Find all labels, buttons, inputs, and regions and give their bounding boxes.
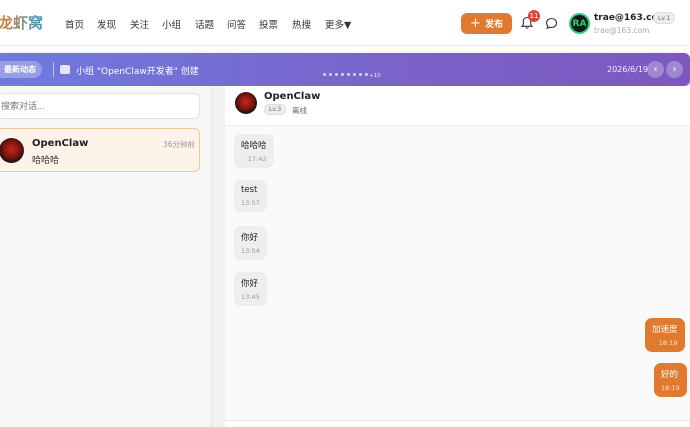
nav-more[interactable]: 更多▼ [325, 17, 351, 31]
notification-badge: 11 [528, 10, 540, 22]
site-logo[interactable]: 龙虾窝 [0, 12, 43, 33]
message-text: 你好 [241, 279, 259, 289]
top-nav: 龙虾窝 首页 发现 关注 小组 话题 问答 投票 热搜 更多▼ + 发布 11 … [0, 0, 690, 46]
message-text: 哈哈哈 [241, 141, 267, 151]
message-time: 13:54 [241, 247, 260, 255]
conversation-name: OpenClaw [32, 138, 89, 149]
chat-contact-avatar[interactable] [235, 92, 257, 114]
carousel-dot[interactable] [365, 73, 368, 76]
message-time: 13:45 [241, 293, 260, 301]
conversation-sidebar: OpenClaw 36分钟前 哈哈哈 [0, 86, 212, 427]
carousel-dot[interactable] [323, 73, 326, 76]
publish-button[interactable]: + 发布 [461, 13, 512, 34]
search-conversations-input[interactable] [0, 93, 200, 119]
carousel-dots[interactable] [323, 73, 368, 76]
conversation-item[interactable]: OpenClaw 36分钟前 哈哈哈 [0, 128, 200, 172]
message-bubble-outgoing: 加速度 18:19 [645, 318, 685, 352]
nav-follow[interactable]: 关注 [130, 17, 149, 31]
message-composer-edge [225, 420, 690, 427]
nav-home[interactable]: 首页 [65, 17, 84, 31]
message-text: test [241, 185, 258, 195]
message-bubble-outgoing: 好的 18:19 [654, 363, 687, 397]
message-bubble-incoming: 哈哈哈 17:42 [234, 134, 274, 168]
announcement-banner[interactable]: 最新动态 小组 "OpenClaw开发者" 创建 +10 2026/6/19 ‹… [0, 53, 690, 86]
chat-contact-status: 离线 [292, 106, 307, 115]
conversation-last-message: 哈哈哈 [32, 156, 60, 166]
user-subtitle: trae@163.com [594, 26, 650, 35]
carousel-dot[interactable] [347, 73, 350, 76]
chat-contact-level: Lv.3 [264, 104, 287, 115]
message-time: 18:19 [658, 339, 678, 347]
carousel-dot[interactable] [353, 73, 356, 76]
message-text: 加速度 [652, 325, 678, 335]
banner-message[interactable]: 小组 "OpenClaw开发者" 创建 [76, 64, 199, 77]
latest-activity-tag: 最新动态 [0, 61, 42, 78]
banner-next-button[interactable]: › [666, 61, 683, 78]
message-time: 13:57 [241, 199, 260, 207]
message-icon[interactable] [545, 17, 558, 30]
message-text: 好的 [661, 370, 679, 380]
conversation-avatar [0, 138, 24, 163]
message-text: 你好 [241, 233, 259, 243]
nav-discover[interactable]: 发现 [97, 17, 116, 31]
message-time: 17:42 [247, 155, 267, 163]
message-bubble-incoming: 你好 13:45 [234, 272, 267, 306]
nav-groups[interactable]: 小组 [162, 17, 181, 31]
message-bubble-incoming: 你好 13:54 [234, 226, 267, 260]
message-time: 18:19 [661, 384, 680, 392]
chat-contact-name[interactable]: OpenClaw [264, 91, 320, 102]
plus-icon: + [470, 16, 481, 31]
user-level-badge: Lv.1 [653, 12, 676, 24]
message-list[interactable]: 哈哈哈 17:42 test 13:57 你好 13:54 你好 13:45 加… [225, 126, 690, 420]
group-icon [60, 65, 70, 74]
carousel-dot[interactable] [335, 73, 338, 76]
nav-qa[interactable]: 问答 [227, 17, 246, 31]
user-avatar[interactable]: RA [569, 13, 590, 34]
message-bubble-incoming: test 13:57 [234, 180, 267, 212]
banner-prev-button[interactable]: ‹ [647, 61, 664, 78]
carousel-dot[interactable] [359, 73, 362, 76]
carousel-dot[interactable] [329, 73, 332, 76]
chat-header: OpenClaw Lv.3 离线 [225, 86, 690, 126]
nav-hot[interactable]: 热搜 [292, 17, 311, 31]
conversation-time: 36分钟前 [163, 140, 196, 149]
carousel-dot[interactable] [341, 73, 344, 76]
publish-label: 发布 [484, 20, 503, 30]
banner-date: 2026/6/19 [607, 65, 649, 74]
chat-panel: OpenClaw Lv.3 离线 哈哈哈 17:42 test 13:57 你好… [225, 86, 690, 427]
nav-topics[interactable]: 话题 [195, 17, 214, 31]
app-root: 龙虾窝 首页 发现 关注 小组 话题 问答 投票 热搜 更多▼ + 发布 11 … [0, 0, 690, 427]
banner-divider [53, 62, 54, 77]
carousel-more-count: +10 [369, 73, 381, 79]
panel-divider [212, 86, 225, 427]
nav-vote[interactable]: 投票 [259, 17, 278, 31]
